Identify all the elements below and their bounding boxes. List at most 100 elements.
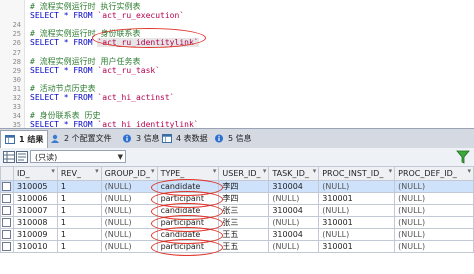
row-checkbox[interactable]	[2, 242, 12, 251]
sort-arrow-icon[interactable]: ▾	[313, 168, 317, 176]
column-header[interactable]: USER_ID_ ▾	[218, 166, 270, 181]
table-cell[interactable]: 310008	[12, 216, 58, 229]
info-icon	[123, 134, 131, 143]
table-row[interactable]: 310008 1 (NULL) participant 张三 (NULL) 310001 (N…	[0, 216, 474, 229]
table-cell[interactable]: (NULL)	[394, 192, 474, 205]
sort-arrow-icon[interactable]: ▾	[263, 168, 267, 176]
column-header[interactable]: TASK_ID_ ▾	[268, 166, 320, 181]
table-cell[interactable]: candidate	[156, 204, 220, 217]
sort-arrow-icon[interactable]: ▾	[467, 168, 471, 176]
table-cell[interactable]: (NULL)	[394, 204, 474, 217]
row-checkbox[interactable]	[2, 182, 12, 191]
table-cell[interactable]: candidate	[156, 180, 220, 193]
table-cell[interactable]: 1	[56, 192, 102, 205]
table-cell[interactable]: (NULL)	[268, 192, 320, 205]
table-cell[interactable]: 310010	[12, 240, 58, 253]
result-grid: ID_ ▾ REV_ ▾ GROUP_ID_ ▾ TYPE_ ▾ USER_ID_ ▾ TASK_I…	[0, 166, 474, 253]
column-header-label: USER_ID_	[222, 169, 261, 178]
table-cell[interactable]: 310004	[268, 204, 320, 217]
table-cell[interactable]: participant	[156, 192, 220, 205]
table-cell[interactable]: (NULL)	[394, 228, 474, 241]
table-cell[interactable]: 1	[56, 240, 102, 253]
table-cell[interactable]: (NULL)	[318, 180, 396, 193]
table-cell[interactable]: 李四	[218, 192, 270, 205]
table-cell[interactable]: 王五	[218, 228, 270, 241]
table-cell[interactable]: (NULL)	[318, 204, 396, 217]
editor-line: 35 SELECT * FROM `act_hi_identitylink`	[0, 119, 474, 128]
sort-arrow-icon[interactable]: ▾	[213, 168, 217, 176]
sort-arrow-icon[interactable]: ▾	[389, 168, 393, 176]
table-row[interactable]: 310007 1 (NULL) candidate 张三 310004 (NULL) (NUL…	[0, 204, 474, 217]
sql-editor[interactable]: # 流程实例运行时 执行实例表 SELECT * FROM `act_ru_exe…	[0, 0, 474, 128]
table-cell[interactable]: participant	[156, 240, 220, 253]
table-cell[interactable]: 310004	[268, 180, 320, 193]
grid-view-icon[interactable]	[3, 151, 15, 163]
column-header[interactable]: PROC_DEF_ID_ ▾	[394, 166, 474, 181]
table-cell[interactable]: (NULL)	[394, 180, 474, 193]
table-cell[interactable]: (NULL)	[394, 216, 474, 229]
table-cell[interactable]: (NULL)	[318, 228, 396, 241]
table-cell[interactable]: (NULL)	[268, 240, 320, 253]
tab-4[interactable]: 4 表数据	[158, 130, 212, 147]
sort-arrow-icon[interactable]: ▾	[151, 168, 155, 176]
table-cell[interactable]: 310005	[12, 180, 58, 193]
table-cell[interactable]: 王五	[218, 240, 270, 253]
table-cell[interactable]: candidate	[156, 228, 220, 241]
mode-select[interactable]: (只读) ▼	[30, 150, 126, 163]
table-cell[interactable]: 310006	[12, 192, 58, 205]
table-data-icon	[162, 134, 172, 143]
table-row[interactable]: 310006 1 (NULL) participant 李四 (NULL) 310001 (N…	[0, 192, 474, 205]
table-cell[interactable]: 1	[56, 216, 102, 229]
table-cell[interactable]: (NULL)	[100, 204, 158, 217]
table-cell[interactable]: (NULL)	[394, 240, 474, 253]
tab-5[interactable]: 5 信息	[210, 130, 256, 147]
row-checkbox-cell	[0, 240, 14, 253]
column-header[interactable]: REV_ ▾	[56, 166, 102, 181]
table-row[interactable]: 310009 1 (NULL) candidate 王五 310004 (NULL) (NUL…	[0, 228, 474, 241]
tab-label: 5 信息	[228, 134, 252, 143]
table-cell[interactable]: (NULL)	[100, 240, 158, 253]
result-tabs: 1 结果 2 个配置文件 3 信息 4 表数据 5 信息	[0, 128, 474, 149]
column-header[interactable]: PROC_INST_ID_ ▾	[318, 166, 396, 181]
table-cell[interactable]: 1	[56, 228, 102, 241]
table-cell[interactable]: (NULL)	[100, 216, 158, 229]
column-header[interactable]: ID_ ▾	[12, 166, 58, 181]
table-row[interactable]: 310010 1 (NULL) participant 王五 (NULL) 310001 (N…	[0, 240, 474, 253]
table-cell[interactable]: 张三	[218, 204, 270, 217]
table-cell[interactable]: 310007	[12, 204, 58, 217]
table-cell[interactable]: 1	[56, 204, 102, 217]
sort-arrow-icon[interactable]: ▾	[95, 168, 99, 176]
table-cell[interactable]: 1	[56, 180, 102, 193]
column-header-label: TASK_ID_	[272, 169, 309, 178]
table-cell[interactable]: (NULL)	[100, 228, 158, 241]
column-header[interactable]: GROUP_ID_ ▾	[100, 166, 158, 181]
row-checkbox[interactable]	[2, 194, 12, 203]
row-checkbox-cell	[0, 180, 14, 193]
row-checkbox[interactable]	[2, 230, 12, 239]
table-cell[interactable]: 310001	[318, 216, 396, 229]
tab-1[interactable]: 1 结果	[0, 130, 49, 149]
text-view-icon[interactable]	[16, 151, 28, 163]
table-cell[interactable]: (NULL)	[100, 192, 158, 205]
row-checkbox[interactable]	[2, 218, 12, 227]
row-checkbox[interactable]	[2, 206, 12, 215]
row-checkbox-cell	[0, 192, 14, 205]
sort-arrow-icon[interactable]: ▾	[51, 168, 55, 176]
profile-icon	[51, 134, 59, 143]
table-cell[interactable]: 310009	[12, 228, 58, 241]
table-cell[interactable]: 李四	[218, 180, 270, 193]
table-cell[interactable]: (NULL)	[268, 216, 320, 229]
table-cell[interactable]: 310001	[318, 192, 396, 205]
table-cell[interactable]: 310001	[318, 240, 396, 253]
column-header[interactable]: TYPE_ ▾	[156, 166, 220, 181]
table-cell[interactable]: (NULL)	[100, 180, 158, 193]
table-cell[interactable]: 张三	[218, 216, 270, 229]
filter-icon[interactable]	[456, 150, 470, 164]
tab-3[interactable]: 3 信息	[118, 130, 164, 147]
column-header-label: TYPE_	[160, 169, 185, 178]
table-cell[interactable]: participant	[156, 216, 220, 229]
tab-label: 1 结果	[19, 135, 44, 144]
table-row[interactable]: 310005 1 (NULL) candidate 李四 310004 (NULL) (NUL…	[0, 180, 474, 193]
tab-2[interactable]: 2 个配置文件	[46, 130, 116, 147]
table-cell[interactable]: 310004	[268, 228, 320, 241]
